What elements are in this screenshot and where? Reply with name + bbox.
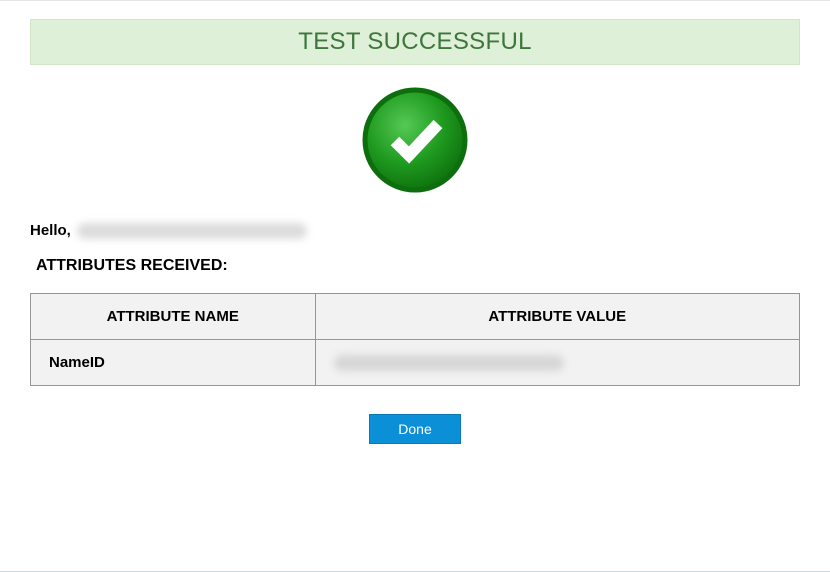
- attr-value-cell: [315, 340, 799, 386]
- checkmark-icon: [360, 85, 470, 200]
- greeting-line: Hello,: [30, 222, 800, 239]
- attr-name-cell: NameID: [31, 340, 316, 386]
- table-header-row: ATTRIBUTE NAME ATTRIBUTE VALUE: [31, 294, 800, 340]
- greeting-username-redacted: [77, 223, 307, 239]
- attr-value-redacted: [334, 355, 564, 371]
- greeting-prefix: Hello,: [30, 222, 75, 239]
- banner-title: TEST SUCCESSFUL: [298, 28, 531, 55]
- success-banner: TEST SUCCESSFUL: [30, 19, 800, 65]
- action-row: Done: [30, 414, 800, 444]
- attributes-table: ATTRIBUTE NAME ATTRIBUTE VALUE NameID: [30, 293, 800, 386]
- attributes-section-label: ATTRIBUTES RECEIVED:: [36, 257, 800, 275]
- done-button[interactable]: Done: [369, 414, 460, 444]
- result-container: TEST SUCCESSFUL Hello, ATTRIBUTES RE: [0, 1, 830, 444]
- col-header-value: ATTRIBUTE VALUE: [315, 294, 799, 340]
- table-row: NameID: [31, 340, 800, 386]
- col-header-name: ATTRIBUTE NAME: [31, 294, 316, 340]
- success-icon-wrap: [30, 85, 800, 200]
